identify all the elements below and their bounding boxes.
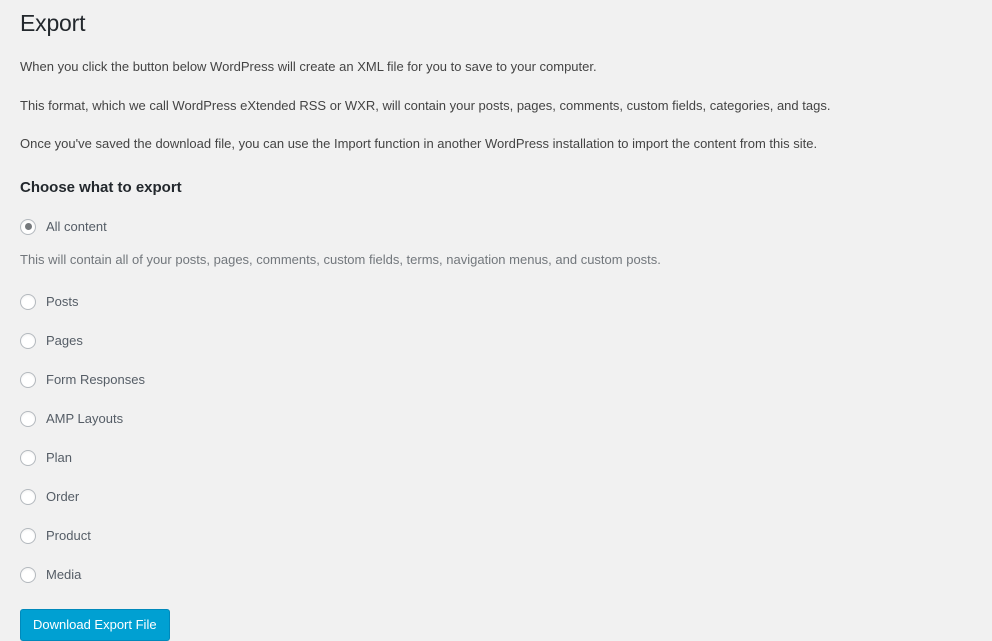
radio-option-plan[interactable]: Plan: [20, 449, 992, 467]
submit-area: Download Export File: [20, 584, 992, 641]
radio-option-form-responses[interactable]: Form Responses: [20, 371, 992, 389]
radio-unselected-icon[interactable]: [20, 489, 36, 505]
export-options-group: All content This will contain all of you…: [20, 218, 992, 585]
radio-option-label: All content: [46, 218, 107, 234]
radio-option-pages[interactable]: Pages: [20, 332, 992, 350]
radio-option-media[interactable]: Media: [20, 566, 992, 584]
radio-selected-icon[interactable]: [20, 218, 36, 235]
radio-option-amp-layouts[interactable]: AMP Layouts: [20, 410, 992, 428]
radio-unselected-icon[interactable]: [20, 372, 36, 388]
all-content-description: This will contain all of your posts, pag…: [20, 251, 661, 267]
radio-option-all-content[interactable]: All content: [20, 218, 992, 236]
radio-option-label: Pages: [46, 333, 83, 348]
radio-option-label: Order: [46, 489, 80, 504]
intro-paragraph-1: When you click the button below WordPres…: [20, 59, 597, 74]
radio-unselected-icon[interactable]: [20, 528, 36, 544]
radio-unselected-icon[interactable]: [20, 333, 36, 349]
radio-option-label: Plan: [46, 450, 73, 465]
radio-option-posts[interactable]: Posts: [20, 293, 992, 311]
radio-option-product[interactable]: Product: [20, 527, 992, 545]
radio-option-label: AMP Layouts: [46, 411, 124, 426]
radio-option-order[interactable]: Order: [20, 488, 992, 506]
page-title: Export: [20, 10, 86, 36]
radio-option-label: Media: [46, 567, 82, 582]
radio-unselected-icon[interactable]: [20, 450, 36, 466]
intro-paragraph-3: Once you've saved the download file, you…: [20, 136, 818, 151]
radio-unselected-icon[interactable]: [20, 411, 36, 427]
radio-option-label: Product: [46, 528, 91, 543]
radio-option-label: Posts: [46, 294, 79, 309]
choose-what-to-export-heading: Choose what to export: [20, 178, 182, 196]
radio-unselected-icon[interactable]: [20, 567, 36, 583]
intro-paragraph-2: This format, which we call WordPress eXt…: [20, 97, 831, 113]
radio-unselected-icon[interactable]: [20, 294, 36, 310]
radio-option-label: Form Responses: [46, 372, 145, 387]
download-export-file-button[interactable]: Download Export File: [20, 609, 170, 641]
export-page: Export When you click the button below W…: [0, 0, 992, 641]
